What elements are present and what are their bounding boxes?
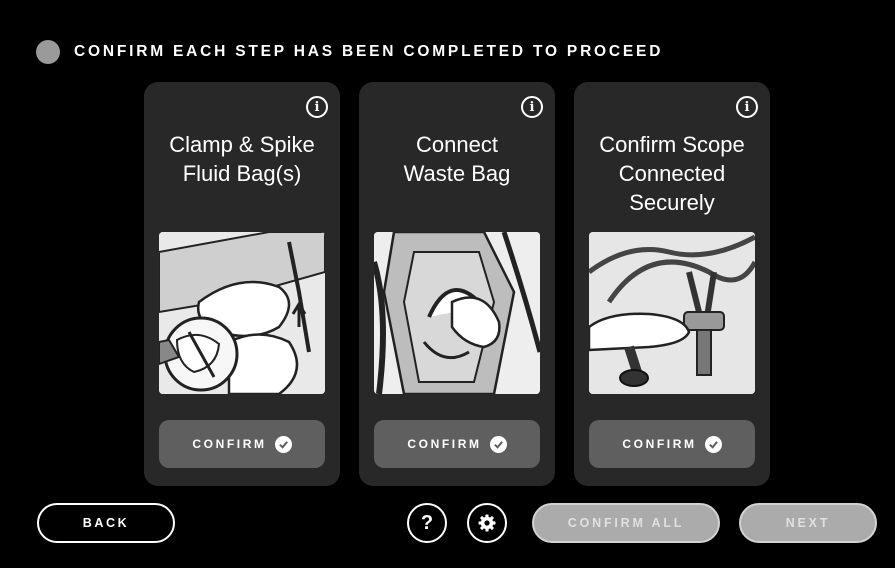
confirm-label: CONFIRM (407, 437, 482, 451)
settings-button[interactable] (467, 503, 507, 543)
confirm-button[interactable]: CONFIRM (374, 420, 540, 468)
step-card-scope: i Confirm Scope Connected Securely CONFI… (574, 82, 770, 486)
step-card-clamp-spike: i Clamp & Spike Fluid Bag(s) CONFIRM (144, 82, 340, 486)
gear-icon (478, 514, 496, 532)
confirm-label: CONFIRM (622, 437, 697, 451)
confirm-button[interactable]: CONFIRM (589, 420, 755, 468)
confirm-label: CONFIRM (192, 437, 267, 451)
waste-bag-illustration (374, 232, 540, 394)
question-mark-icon: ? (420, 511, 434, 534)
step-card-waste-bag: i Connect Waste Bag CONFIRM (359, 82, 555, 486)
step-title: Confirm Scope Connected Securely (599, 132, 745, 215)
confirm-button[interactable]: CONFIRM (159, 420, 325, 468)
scope-connection-illustration (589, 232, 755, 394)
info-icon[interactable]: i (521, 96, 543, 118)
back-button[interactable]: BACK (37, 503, 175, 543)
info-icon[interactable]: i (736, 96, 758, 118)
info-icon[interactable]: i (306, 96, 328, 118)
status-dot (36, 40, 60, 64)
check-circle-icon (704, 435, 722, 453)
page-title: CONFIRM EACH STEP HAS BEEN COMPLETED TO … (74, 43, 664, 60)
check-circle-icon (274, 435, 292, 453)
help-button[interactable]: ? (407, 503, 447, 543)
confirm-all-button[interactable]: CONFIRM ALL (532, 503, 720, 543)
header: CONFIRM EACH STEP HAS BEEN COMPLETED TO … (36, 40, 663, 64)
step-title: Clamp & Spike Fluid Bag(s) (169, 132, 315, 186)
next-button[interactable]: NEXT (739, 503, 877, 543)
check-circle-icon (489, 435, 507, 453)
clamp-spike-illustration (159, 232, 325, 394)
step-title: Connect Waste Bag (403, 132, 511, 186)
